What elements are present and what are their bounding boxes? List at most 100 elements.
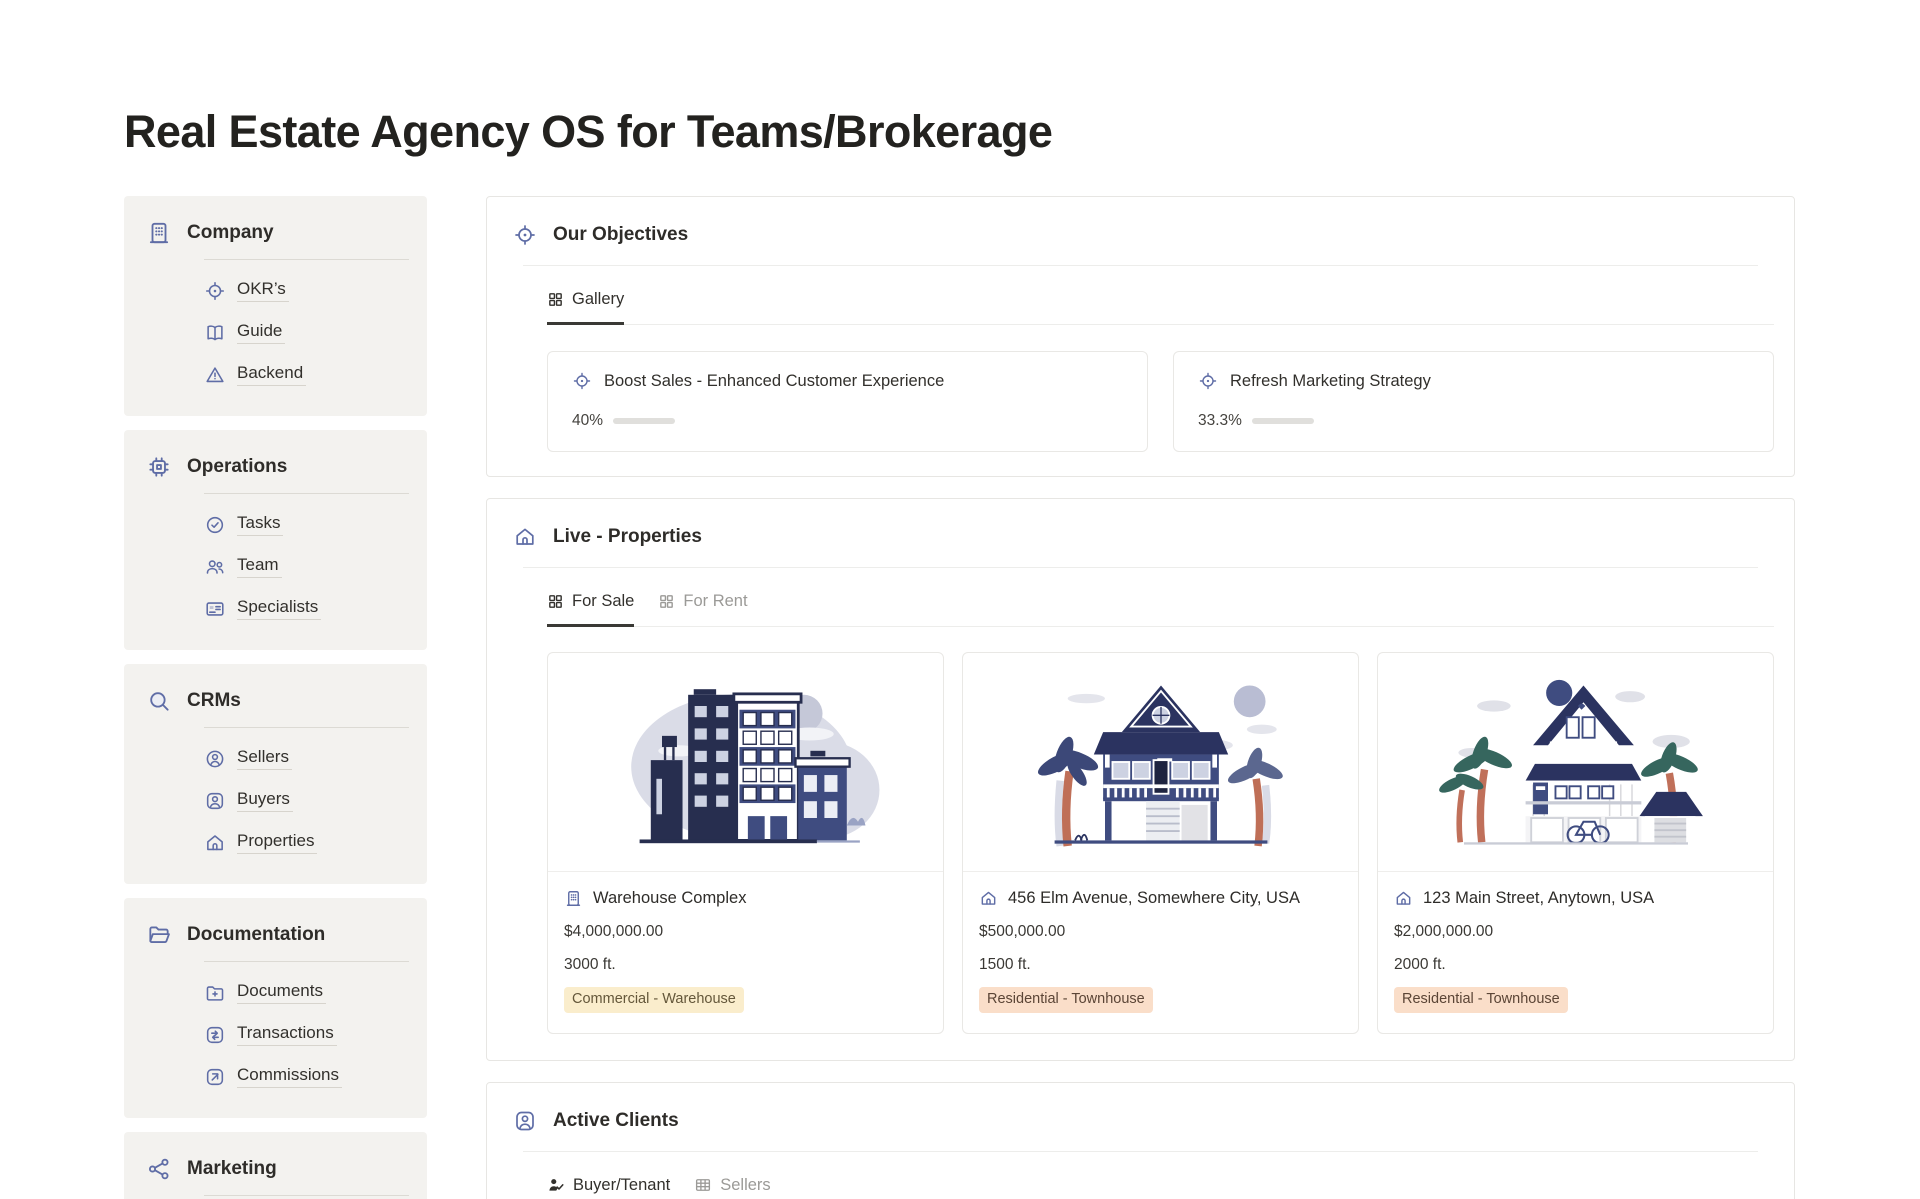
sidebar-item-commissions[interactable]: Commissions [204,1065,409,1088]
property-name: 123 Main Street, Anytown, USA [1423,889,1654,908]
sidebar-section-title: Documentation [187,924,325,946]
sidebar: Company OKR’s Guide Backend [124,196,427,1199]
property-area: 3000 ft. [564,956,927,974]
sidebar-item-label: Commissions [237,1065,342,1088]
building-icon [146,220,172,246]
page-title: Real Estate Agency OS for Teams/Brokerag… [124,106,1795,158]
divider [204,961,409,962]
people-icon [204,556,226,578]
building-icon [564,889,583,908]
folder-plus-icon [204,982,226,1004]
property-price: $2,000,000.00 [1394,923,1757,941]
open-folder-icon [146,922,172,948]
sidebar-item-label: OKR’s [237,279,289,302]
progress-bar [1252,418,1314,424]
property-card[interactable]: 123 Main Street, Anytown, USA $2,000,000… [1377,652,1774,1034]
objective-name: Refresh Marketing Strategy [1230,372,1431,391]
warning-icon [204,364,226,386]
sidebar-item-properties[interactable]: Properties [204,831,409,854]
sidebar-item-label: Specialists [237,597,321,620]
objective-card[interactable]: Refresh Marketing Strategy 33.3% [1173,351,1774,452]
sidebar-item-okrs[interactable]: OKR’s [204,279,409,302]
progress-value: 33.3% [1198,412,1242,430]
gallery-grid-icon [658,593,675,610]
sidebar-item-label: Guide [237,321,285,344]
sidebar-section-title: Company [187,222,274,244]
sidebar-item-label: Sellers [237,747,292,770]
sidebar-item-label: Documents [237,981,326,1004]
sidebar-item-tasks[interactable]: Tasks [204,513,409,536]
sidebar-item-team[interactable]: Team [204,555,409,578]
our-objectives-card: Our Objectives Gallery Boost Sales - Enh… [486,196,1795,477]
tab-gallery[interactable]: Gallery [547,290,624,325]
property-tag: Residential - Townhouse [979,987,1153,1013]
property-tag: Residential - Townhouse [1394,987,1568,1013]
sidebar-item-sellers[interactable]: Sellers [204,747,409,770]
property-card[interactable]: Warehouse Complex $4,000,000.00 3000 ft.… [547,652,944,1034]
section-title: Active Clients [553,1110,679,1132]
pencil-square-icon [204,1066,226,1088]
sidebar-item-documents[interactable]: Documents [204,981,409,1004]
progress-value: 40% [572,412,603,430]
table-icon [694,1176,712,1194]
sidebar-item-guide[interactable]: Guide [204,321,409,344]
divider [204,259,409,260]
property-price: $4,000,000.00 [564,923,927,941]
tab-for-rent[interactable]: For Rent [658,592,747,627]
tab-label: Gallery [572,290,624,309]
property-card[interactable]: 456 Elm Avenue, Somewhere City, USA $500… [962,652,1359,1034]
target-icon [513,223,537,247]
tab-label: Sellers [720,1176,770,1195]
home-icon [1394,889,1413,908]
sidebar-item-label: Properties [237,831,317,854]
user-square-icon [204,790,226,812]
property-illustration-stilt-house [963,653,1358,872]
home-icon [979,889,998,908]
sidebar-section-title: CRMs [187,690,241,712]
tab-sellers[interactable]: Sellers [694,1176,770,1199]
sidebar-item-label: Buyers [237,789,293,812]
divider [204,1195,409,1196]
progress-bar [613,418,675,424]
sidebar-section-crms: CRMs Sellers Buyers Properties [124,664,427,884]
active-clients-card: Active Clients Buyer/Tenant Sellers Aa [486,1082,1795,1199]
sidebar-item-buyers[interactable]: Buyers [204,789,409,812]
home-icon [513,525,537,549]
home-icon [204,832,226,854]
sidebar-item-label: Tasks [237,513,283,536]
user-circle-icon [204,748,226,770]
chip-icon [146,454,172,480]
property-price: $500,000.00 [979,923,1342,941]
objective-name: Boost Sales - Enhanced Customer Experien… [604,372,944,391]
sidebar-section-title: Operations [187,456,287,478]
objective-card[interactable]: Boost Sales - Enhanced Customer Experien… [547,351,1148,452]
property-area: 2000 ft. [1394,956,1757,974]
transfer-icon [204,1024,226,1046]
property-name: 456 Elm Avenue, Somewhere City, USA [1008,889,1300,908]
section-title: Our Objectives [553,224,688,246]
target-icon [1198,371,1218,391]
section-title: Live - Properties [553,526,702,548]
live-properties-card: Live - Properties For Sale For Rent [486,498,1795,1061]
tab-for-sale[interactable]: For Sale [547,592,634,627]
sidebar-section-company: Company OKR’s Guide Backend [124,196,427,416]
tab-label: For Rent [683,592,747,611]
sidebar-section-operations: Operations Tasks Team Specialists [124,430,427,650]
sidebar-item-transactions[interactable]: Transactions [204,1023,409,1046]
user-card-icon [513,1109,537,1133]
sidebar-item-specialists[interactable]: Specialists [204,597,409,620]
property-tag: Commercial - Warehouse [564,987,744,1013]
share-icon [146,1156,172,1182]
page: Real Estate Agency OS for Teams/Brokerag… [0,106,1920,1199]
open-book-icon [204,322,226,344]
property-illustration-beach-house [1378,653,1773,872]
tab-buyer-tenant[interactable]: Buyer/Tenant [547,1176,670,1199]
sidebar-item-label: Backend [237,363,306,386]
sidebar-item-label: Transactions [237,1023,337,1046]
sidebar-item-backend[interactable]: Backend [204,363,409,386]
divider [204,727,409,728]
sidebar-section-marketing: Marketing Brand Assets [124,1132,427,1199]
property-area: 1500 ft. [979,956,1342,974]
gallery-grid-icon [547,593,564,610]
main-content: Our Objectives Gallery Boost Sales - Enh… [486,196,1795,1199]
